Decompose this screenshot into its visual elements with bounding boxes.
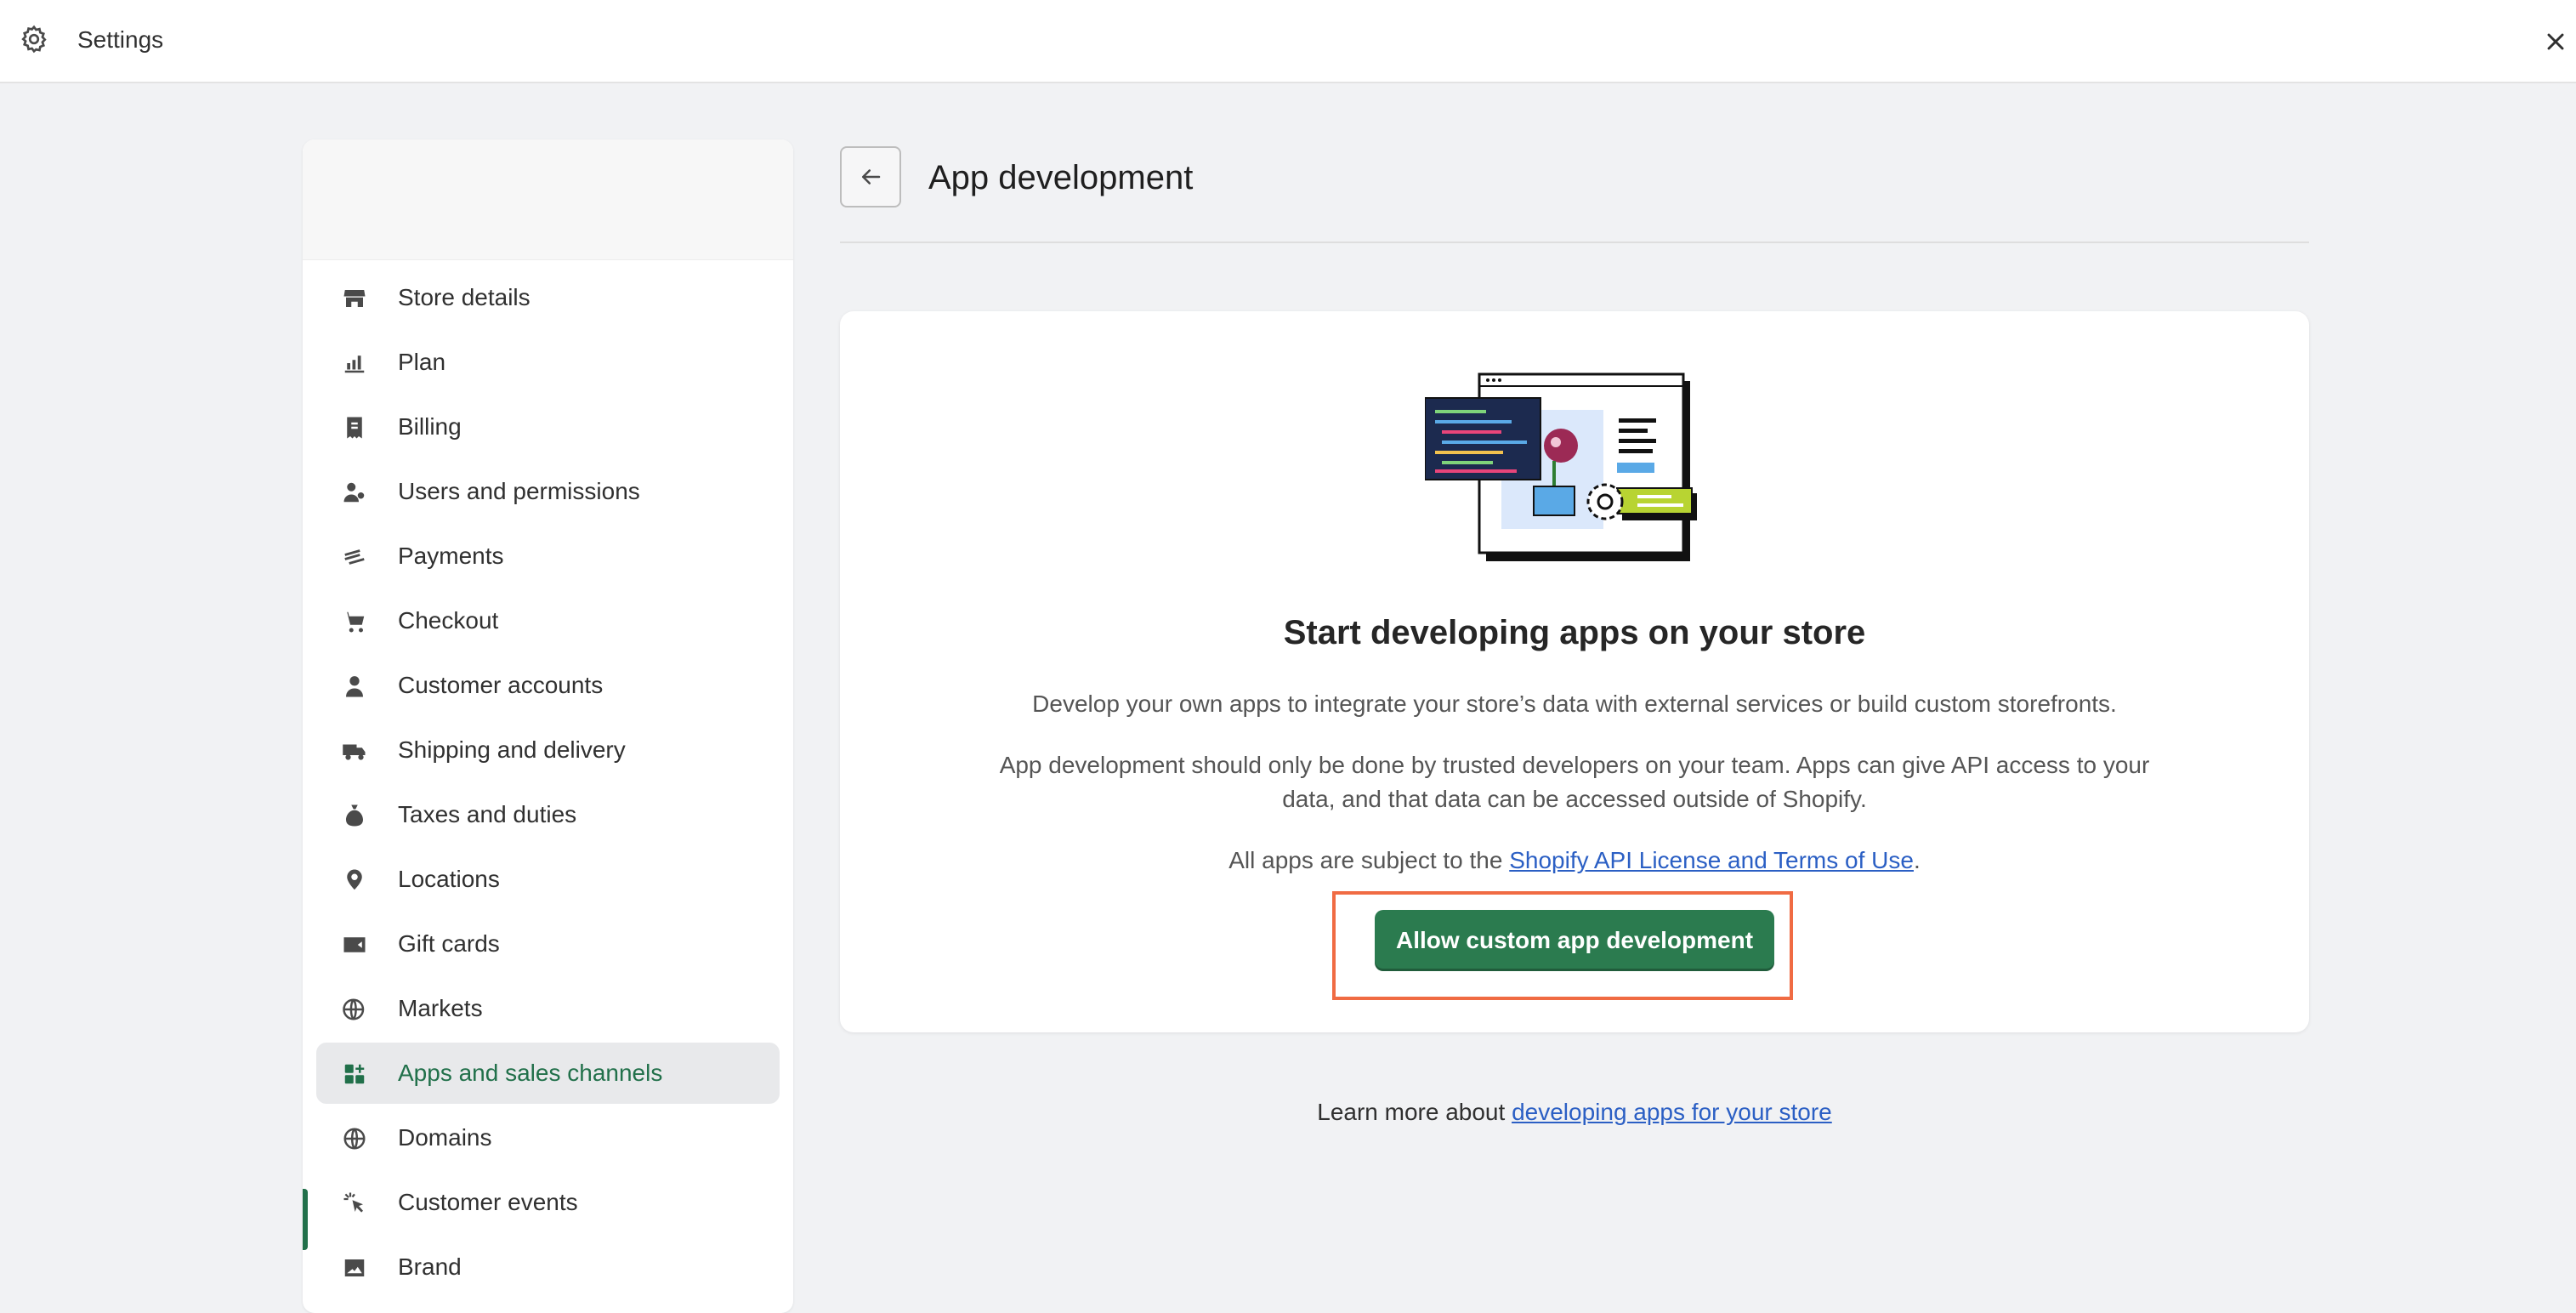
learn-more-link[interactable]: developing apps for your store — [1512, 1099, 1832, 1125]
settings-sidebar: Store details Plan Billing Users and per… — [303, 139, 793, 1313]
store-header — [303, 139, 793, 260]
sidebar-item-label: Locations — [398, 866, 500, 892]
sidebar-item-label: Checkout — [398, 607, 499, 634]
sidebar-item-locations[interactable]: Locations — [316, 849, 780, 910]
card-headline: Start developing apps on your store — [1283, 614, 1866, 651]
page-title: App development — [928, 159, 1194, 196]
sidebar-item-label: Markets — [398, 995, 483, 1021]
sidebar-item-customer-events[interactable]: Customer events — [316, 1172, 780, 1233]
sidebar-item-payments[interactable]: Payments — [316, 526, 780, 587]
sidebar-item-label: Customer events — [398, 1189, 578, 1215]
cart-icon — [343, 611, 365, 633]
card-description: Develop your own apps to integrate your … — [1032, 691, 2117, 717]
arrow-left-icon — [862, 169, 881, 185]
sidebar-item-gift-cards[interactable]: Gift cards — [316, 913, 780, 975]
card-warning: App development should only be done by t… — [999, 752, 2150, 812]
sidebar-item-label: Brand — [398, 1253, 462, 1280]
payments-icon — [344, 549, 365, 565]
sidebar-item-label: Plan — [398, 349, 446, 375]
apps-icon — [344, 1064, 365, 1084]
terms-link[interactable]: Shopify API License and Terms of Use — [1509, 847, 1914, 873]
sidebar-item-label: Users and permissions — [398, 478, 640, 504]
image-icon — [344, 1259, 365, 1276]
sidebar-item-users[interactable]: Users and permissions — [316, 461, 780, 522]
cursor-click-icon — [343, 1192, 363, 1213]
sidebar-item-apps-and-sales-channels[interactable]: Apps and sales channels — [316, 1043, 780, 1104]
settings-title: Settings — [77, 26, 164, 53]
terms-suffix: . — [1913, 847, 1921, 873]
sidebar-item-label: Apps and sales channels — [398, 1060, 663, 1086]
money-bag-icon — [346, 804, 363, 827]
sidebar-item-label: Gift cards — [398, 930, 500, 957]
settings-topbar: Settings — [0, 0, 2576, 83]
sidebar-item-label: Shipping and delivery — [398, 736, 626, 763]
app-development-illustration — [1425, 372, 1697, 561]
app-development-card: Start developing apps on your store Deve… — [840, 311, 2309, 1032]
allow-custom-app-development-button[interactable]: Allow custom app development — [1375, 910, 1774, 971]
sidebar-item-store-details[interactable]: Store details — [316, 267, 780, 328]
sidebar-item-checkout[interactable]: Checkout — [316, 590, 780, 651]
terms-line: All apps are subject to the Shopify API … — [840, 844, 2309, 878]
sidebar-item-label: Billing — [398, 413, 462, 440]
globe-icon — [343, 1128, 366, 1150]
location-pin-icon — [347, 869, 362, 890]
sidebar-item-label: Customer accounts — [398, 672, 604, 698]
sidebar-item-domains[interactable]: Domains — [316, 1107, 780, 1168]
sidebar-item-brand[interactable]: Brand — [316, 1236, 780, 1298]
sidebar-item-billing[interactable]: Billing — [316, 396, 780, 458]
learn-more-prefix: Learn more about — [1317, 1099, 1512, 1125]
learn-more-line: Learn more about developing apps for you… — [840, 1095, 2309, 1129]
sidebar-item-label: Payments — [398, 543, 504, 569]
sidebar-item-label: Taxes and duties — [398, 801, 577, 827]
sidebar-item-plan[interactable]: Plan — [316, 332, 780, 393]
sidebar-item-markets[interactable]: Markets — [316, 978, 780, 1039]
close-icon[interactable] — [2542, 28, 2569, 55]
gift-card-icon — [343, 937, 366, 952]
back-button[interactable] — [840, 146, 901, 207]
gear-icon — [21, 25, 47, 54]
person-icon — [346, 676, 363, 697]
sidebar-item-label: Domains — [398, 1124, 492, 1151]
users-icon — [343, 482, 365, 503]
plan-icon — [344, 355, 365, 373]
active-indicator — [303, 1189, 308, 1250]
terms-prefix: All apps are subject to the — [1228, 847, 1510, 873]
store-icon — [343, 290, 366, 307]
sidebar-item-taxes[interactable]: Taxes and duties — [316, 784, 780, 845]
sidebar-item-shipping[interactable]: Shipping and delivery — [316, 719, 780, 781]
truck-icon — [343, 744, 366, 760]
page-header: App development — [840, 146, 2309, 243]
sidebar-item-label: Store details — [398, 284, 531, 310]
sidebar-item-customer-accounts[interactable]: Customer accounts — [316, 655, 780, 716]
globe-currency-icon — [343, 998, 365, 1020]
billing-icon — [347, 417, 362, 439]
